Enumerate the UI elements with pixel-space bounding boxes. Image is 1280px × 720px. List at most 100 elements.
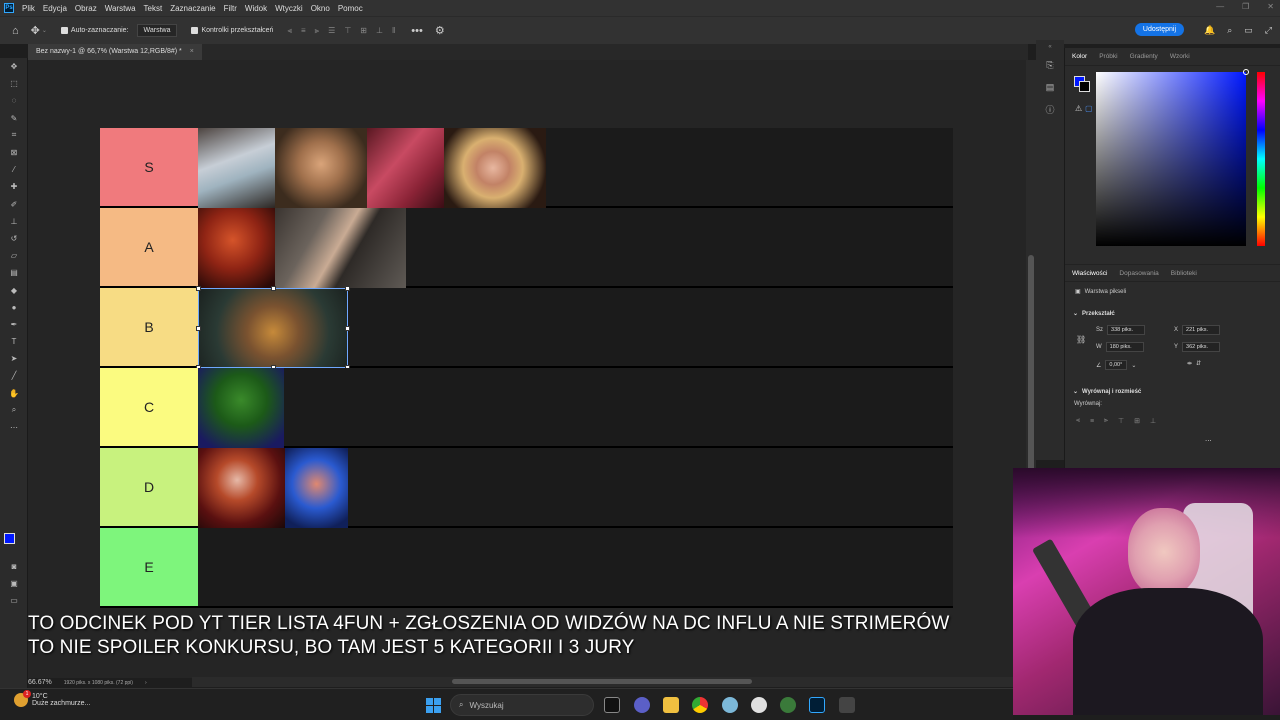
more-options-icon[interactable]: ••• — [411, 25, 423, 37]
tab-color[interactable]: Kolor — [1072, 53, 1087, 60]
chevron-down-icon[interactable]: ⌄ — [42, 27, 47, 34]
move-tool-icon[interactable]: ✥ — [31, 24, 40, 37]
zoom-icon[interactable]: ⌕ — [0, 402, 28, 419]
menu-window[interactable]: Okno — [311, 4, 330, 13]
eyedropper-icon[interactable]: ⁄ — [0, 161, 28, 178]
quick-mask-icon[interactable]: ◙ — [0, 558, 28, 575]
frame-icon[interactable]: ⊠ — [0, 144, 28, 161]
menu-help[interactable]: Pomoc — [338, 4, 363, 13]
transform-handle[interactable] — [271, 286, 276, 291]
chat-icon[interactable] — [634, 697, 650, 713]
align-bottom-icon[interactable]: ⊥ — [376, 26, 383, 36]
tab-gradients[interactable]: Gradienty — [1130, 53, 1158, 60]
expand-icon[interactable]: ⤢ — [1265, 25, 1272, 36]
tier-list-image[interactable]: S A B C D E — [100, 128, 953, 608]
task-view-icon[interactable] — [604, 697, 620, 713]
status-arrow-icon[interactable]: › — [145, 680, 147, 686]
tier-item-thumbnail[interactable] — [444, 128, 546, 208]
gradient-icon[interactable]: ▤ — [0, 264, 28, 281]
tier-item-thumbnail[interactable] — [198, 448, 285, 528]
tab-adjustments[interactable]: Dopasowania — [1119, 270, 1158, 277]
tier-item-thumbnail[interactable] — [198, 208, 275, 288]
workspace-icon[interactable]: ▭ — [1244, 25, 1253, 36]
align-top-icon[interactable]: ⊤ — [344, 26, 351, 36]
transform-selection[interactable] — [196, 286, 350, 370]
maximize-icon[interactable]: ❐ — [1242, 2, 1249, 11]
menu-select[interactable]: Zaznaczanie — [170, 4, 215, 13]
chevron-down-icon[interactable]: ⌄ — [1131, 362, 1136, 369]
file-explorer-icon[interactable] — [663, 697, 679, 713]
menu-file[interactable]: Plik — [22, 4, 35, 13]
angle-field[interactable]: 0,00° — [1105, 360, 1128, 370]
align-center-icon[interactable]: ≡ — [301, 26, 306, 36]
tier-item-thumbnail[interactable] — [198, 128, 275, 208]
minimize-icon[interactable]: — — [1216, 2, 1224, 11]
x-field[interactable]: 221 piks. — [1182, 325, 1221, 335]
hand-icon[interactable]: ✋ — [0, 385, 28, 402]
home-icon[interactable]: ⌂ — [12, 25, 19, 37]
flip-vertical-icon[interactable]: ⇵ — [1196, 360, 1201, 367]
menu-edit[interactable]: Edycja — [43, 4, 67, 13]
tier-item-thumbnail[interactable] — [275, 208, 406, 288]
align-left-icon[interactable]: ⫷ — [1076, 417, 1080, 425]
transform-handle[interactable] — [196, 326, 201, 331]
comments-icon[interactable]: ▤ — [1036, 76, 1064, 98]
photoshop-taskbar-icon[interactable] — [809, 697, 825, 713]
transform-handle[interactable] — [196, 286, 201, 291]
tab-properties[interactable]: Właściwości — [1072, 270, 1107, 277]
tier-item-thumbnail[interactable] — [198, 368, 284, 448]
crop-icon[interactable]: ⌗ — [0, 127, 28, 144]
more-options-icon[interactable]: ... — [1205, 434, 1212, 443]
distribute-icon[interactable]: ☰ — [328, 26, 335, 36]
tab-patterns[interactable]: Wzorki — [1170, 53, 1190, 60]
scroll-thumb[interactable] — [452, 679, 752, 684]
align-top-icon[interactable]: ⊤ — [1118, 417, 1124, 425]
windows-start-icon[interactable] — [426, 698, 441, 713]
foreground-color-swatch[interactable] — [4, 533, 15, 544]
color-picker-field[interactable] — [1096, 69, 1249, 246]
dodge-icon[interactable]: ● — [0, 299, 28, 316]
tab-swatches[interactable]: Próbki — [1099, 53, 1117, 60]
menu-view[interactable]: Widok — [245, 4, 267, 13]
stamp-icon[interactable]: ⊥ — [0, 213, 28, 230]
tab-libraries[interactable]: Biblioteki — [1171, 270, 1197, 277]
menu-layer[interactable]: Warstwa — [105, 4, 136, 13]
align-left-icon[interactable]: ⫷ — [287, 26, 292, 36]
history-icon[interactable]: ⎘ — [1036, 54, 1064, 76]
history-brush-icon[interactable]: ↺ — [0, 230, 28, 247]
transform-handle[interactable] — [345, 326, 350, 331]
eraser-icon[interactable]: ▱ — [0, 247, 28, 264]
tier-item-thumbnail[interactable] — [367, 128, 444, 208]
hue-slider[interactable] — [1257, 72, 1265, 246]
y-field[interactable]: 362 piks. — [1182, 342, 1221, 352]
menu-image[interactable]: Obraz — [75, 4, 97, 13]
align-right-icon[interactable]: ⫸ — [1104, 417, 1108, 425]
warning-icon[interactable]: ⚠ — [1075, 104, 1082, 113]
menu-filter[interactable]: Filtr — [224, 4, 237, 13]
pen-icon[interactable]: ✒ — [0, 316, 28, 333]
collapse-arrows-icon[interactable]: « — [1036, 40, 1064, 54]
app-icon[interactable] — [751, 697, 767, 713]
distribute-vertical-icon[interactable]: ‖ — [392, 26, 395, 36]
panel-background-swatch[interactable] — [1079, 81, 1090, 92]
auto-select-dropdown[interactable]: Warstwa — [136, 24, 178, 37]
brush-icon[interactable]: ✐ — [0, 196, 28, 213]
flip-horizontal-icon[interactable]: ⇹ — [1187, 360, 1192, 367]
align-middle-icon[interactable]: ⊞ — [360, 26, 367, 36]
close-icon[interactable]: ✕ — [1267, 2, 1274, 11]
healing-icon[interactable]: ✚ — [0, 178, 28, 195]
photoshop-logo[interactable]: Ps — [4, 3, 14, 13]
bell-icon[interactable]: 🔔 — [1204, 25, 1215, 36]
marquee-icon[interactable]: ⬚ — [0, 75, 28, 92]
document-canvas[interactable]: S A B C D E — [28, 60, 1026, 678]
align-section-header[interactable]: ⌄ Wyrównaj i rozmieść — [1073, 388, 1141, 396]
close-tab-icon[interactable]: × — [190, 48, 194, 55]
app-icon[interactable] — [780, 697, 796, 713]
link-dimensions-icon[interactable]: ⛓ — [1076, 335, 1086, 344]
width-field[interactable]: 338 piks. — [1107, 325, 1146, 335]
info-icon[interactable]: ⓘ — [1036, 98, 1064, 120]
align-vcenter-icon[interactable]: ⊞ — [1134, 417, 1140, 425]
path-select-icon[interactable]: ➤ — [0, 350, 28, 367]
chrome-icon[interactable] — [692, 697, 708, 713]
frame-mode-icon[interactable]: ▭ — [0, 592, 28, 609]
